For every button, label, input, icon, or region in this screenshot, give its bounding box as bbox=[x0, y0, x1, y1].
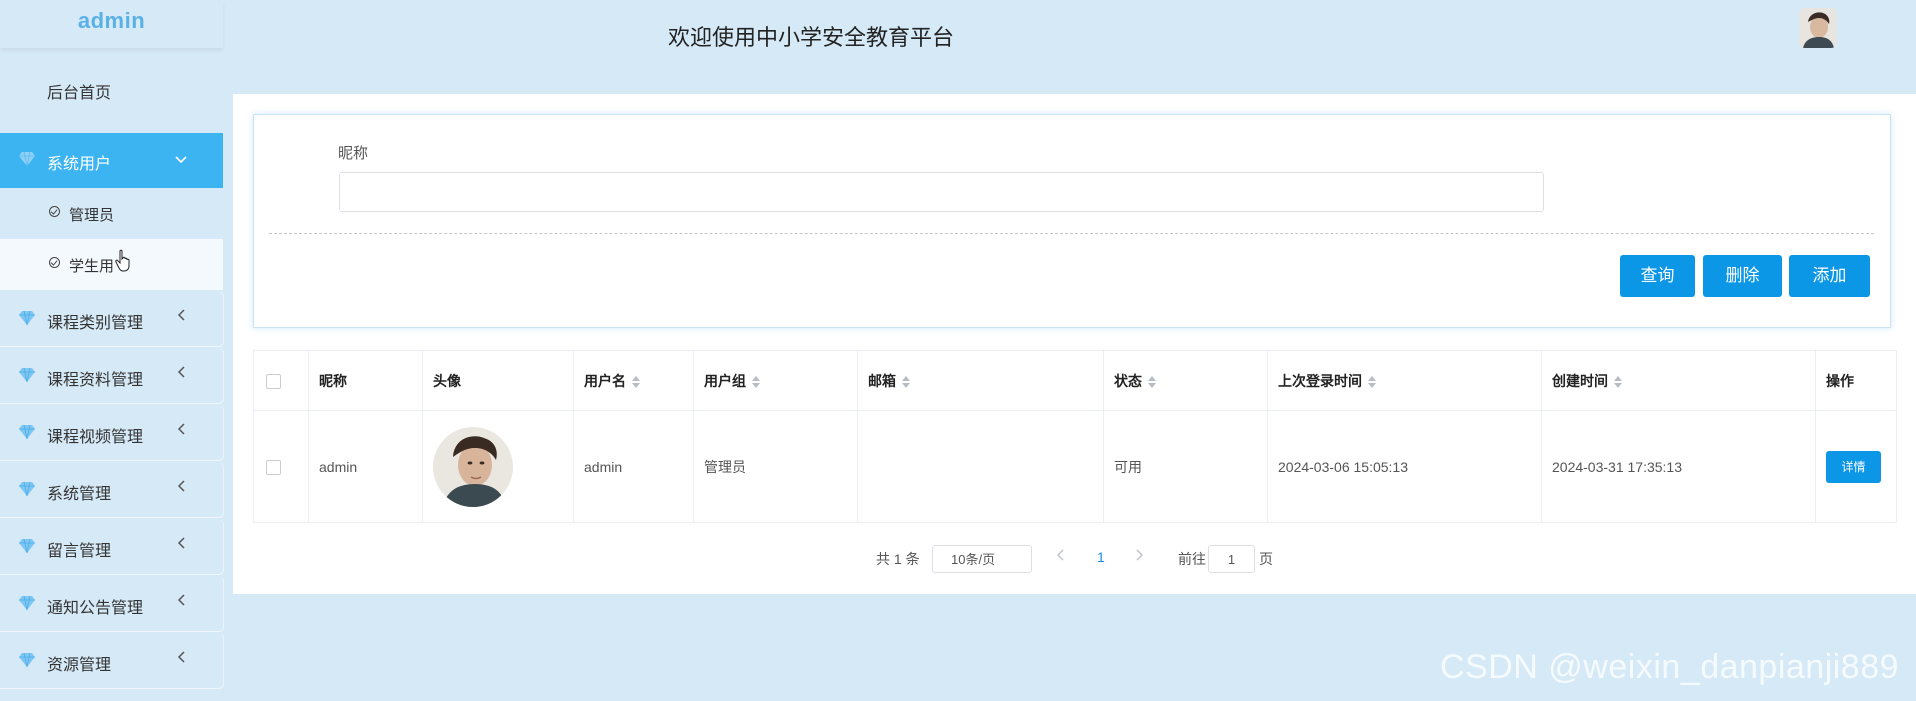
nickname-label: 昵称 bbox=[338, 145, 369, 162]
page-unit-label: 页 bbox=[1259, 551, 1273, 567]
column-header-label: 邮箱 bbox=[868, 372, 896, 389]
sort-icon[interactable] bbox=[1614, 375, 1622, 388]
chevron-left-icon bbox=[177, 650, 185, 668]
chevron-left-icon bbox=[177, 308, 185, 326]
sidebar-group-notices[interactable]: 通知公告管理 bbox=[0, 577, 223, 631]
page-number[interactable]: 1 bbox=[1097, 549, 1105, 565]
sidebar-subitem-student[interactable]: 学生用 bbox=[0, 239, 223, 290]
check-circle-icon bbox=[49, 206, 60, 217]
column-header-label: 用户组 bbox=[704, 372, 746, 389]
table-row: admin admin 管理员 可用 2024-03-06 15:05:13 2… bbox=[253, 410, 1897, 523]
chevron-down-icon bbox=[175, 153, 187, 167]
column-header-label: 状态 bbox=[1114, 372, 1142, 389]
diamond-icon bbox=[19, 596, 35, 610]
sidebar-group-system[interactable]: 系统管理 bbox=[0, 463, 223, 517]
column-header-created[interactable]: 创建时间 bbox=[1541, 350, 1816, 411]
users-table: 昵称 头像 用户名 用户组 邮箱 状态 上次登录时间 创建时间 操作 admin bbox=[253, 350, 1897, 523]
page-size-select[interactable]: 10条/页 bbox=[932, 545, 1032, 573]
add-button[interactable]: 添加 bbox=[1789, 255, 1870, 297]
sidebar-subitem-admin[interactable]: 管理员 bbox=[0, 188, 223, 239]
sidebar-subitem-label: 学生用 bbox=[69, 258, 115, 275]
diamond-icon bbox=[19, 368, 35, 382]
diamond-icon bbox=[19, 539, 35, 553]
sort-icon[interactable] bbox=[752, 375, 760, 388]
diamond-icon bbox=[19, 425, 35, 439]
brand-logo: admin bbox=[0, 0, 223, 48]
column-header-status[interactable]: 状态 bbox=[1103, 350, 1268, 411]
cell-avatar bbox=[422, 410, 574, 523]
column-header-email[interactable]: 邮箱 bbox=[857, 350, 1104, 411]
check-circle-icon bbox=[49, 257, 60, 268]
sort-icon[interactable] bbox=[632, 375, 640, 388]
chevron-left-icon bbox=[177, 536, 185, 554]
column-header-avatar: 头像 bbox=[422, 350, 574, 411]
sort-icon[interactable] bbox=[902, 375, 910, 388]
select-all-checkbox-cell bbox=[253, 350, 309, 411]
detail-button[interactable]: 详情 bbox=[1826, 450, 1881, 483]
row-checkbox-cell bbox=[253, 410, 309, 523]
next-page-icon[interactable] bbox=[1135, 548, 1144, 565]
sidebar-group-label: 课程类别管理 bbox=[47, 315, 144, 332]
cell-created: 2024-03-31 17:35:13 bbox=[1541, 410, 1816, 523]
diamond-icon bbox=[19, 653, 35, 667]
hand-cursor-icon bbox=[115, 249, 130, 272]
cell-group: 管理员 bbox=[693, 410, 858, 523]
sidebar-group-messages[interactable]: 留言管理 bbox=[0, 520, 223, 574]
sidebar-group-system-users[interactable]: 系统用户 bbox=[0, 133, 223, 188]
row-avatar-image bbox=[433, 426, 513, 507]
nickname-search-input[interactable] bbox=[339, 172, 1544, 212]
sidebar-group-label: 系统用户 bbox=[47, 156, 112, 173]
cell-username: admin bbox=[573, 410, 694, 523]
select-all-checkbox[interactable] bbox=[266, 373, 281, 389]
cell-last-login: 2024-03-06 15:05:13 bbox=[1267, 410, 1542, 523]
column-header-username[interactable]: 用户名 bbox=[573, 350, 694, 411]
row-checkbox[interactable] bbox=[266, 459, 281, 475]
column-header-actions: 操作 bbox=[1815, 350, 1897, 411]
user-avatar[interactable] bbox=[1799, 8, 1837, 48]
sidebar-group-course-category[interactable]: 课程类别管理 bbox=[0, 292, 223, 346]
chevron-left-icon bbox=[177, 593, 185, 611]
chevron-left-icon bbox=[177, 422, 185, 440]
sidebar-group-label: 课程资料管理 bbox=[47, 372, 144, 389]
cell-status: 可用 bbox=[1103, 410, 1268, 523]
watermark: CSDN @weixin_danpianji889 bbox=[1440, 648, 1900, 686]
sidebar-group-label: 课程视频管理 bbox=[47, 429, 144, 446]
diamond-icon bbox=[19, 311, 35, 325]
prev-page-icon[interactable] bbox=[1056, 548, 1065, 565]
sidebar-subitem-label: 管理员 bbox=[69, 207, 115, 224]
column-header-group[interactable]: 用户组 bbox=[693, 350, 858, 411]
divider bbox=[269, 233, 1874, 234]
query-button[interactable]: 查询 bbox=[1620, 255, 1695, 297]
column-header-label: 用户名 bbox=[584, 372, 626, 389]
sidebar-group-label: 通知公告管理 bbox=[47, 600, 144, 617]
goto-label: 前往 bbox=[1178, 551, 1206, 567]
cell-email bbox=[857, 410, 1104, 523]
goto-page-input[interactable]: 1 bbox=[1208, 545, 1255, 573]
diamond-icon bbox=[19, 152, 35, 166]
sidebar-group-course-video[interactable]: 课程视频管理 bbox=[0, 406, 223, 460]
column-header-nickname: 昵称 bbox=[308, 350, 423, 411]
page-title: 欢迎使用中小学安全教育平台 bbox=[668, 26, 955, 51]
cell-actions: 详情 bbox=[1815, 410, 1897, 523]
chevron-left-icon bbox=[177, 365, 185, 383]
column-header-label: 上次登录时间 bbox=[1278, 372, 1362, 389]
sidebar-group-label: 资源管理 bbox=[47, 657, 112, 674]
sidebar-group-course-material[interactable]: 课程资料管理 bbox=[0, 349, 223, 403]
pagination-total: 共 1 条 bbox=[876, 551, 920, 567]
diamond-icon bbox=[19, 482, 35, 496]
delete-button[interactable]: 删除 bbox=[1703, 255, 1782, 297]
sidebar: admin 后台首页 系统用户 管理员 学生用 课程类别管理 课程资料管理 课程… bbox=[0, 0, 223, 701]
column-header-last-login[interactable]: 上次登录时间 bbox=[1267, 350, 1542, 411]
sort-icon[interactable] bbox=[1148, 375, 1156, 388]
sidebar-group-label: 留言管理 bbox=[47, 543, 112, 560]
sidebar-group-label: 系统管理 bbox=[47, 486, 112, 503]
column-header-label: 创建时间 bbox=[1552, 372, 1608, 389]
table-header-row: 昵称 头像 用户名 用户组 邮箱 状态 上次登录时间 创建时间 操作 bbox=[253, 350, 1897, 411]
cell-nickname: admin bbox=[308, 410, 423, 523]
chevron-left-icon bbox=[177, 479, 185, 497]
sidebar-group-resources[interactable]: 资源管理 bbox=[0, 634, 223, 688]
sort-icon[interactable] bbox=[1368, 375, 1376, 388]
